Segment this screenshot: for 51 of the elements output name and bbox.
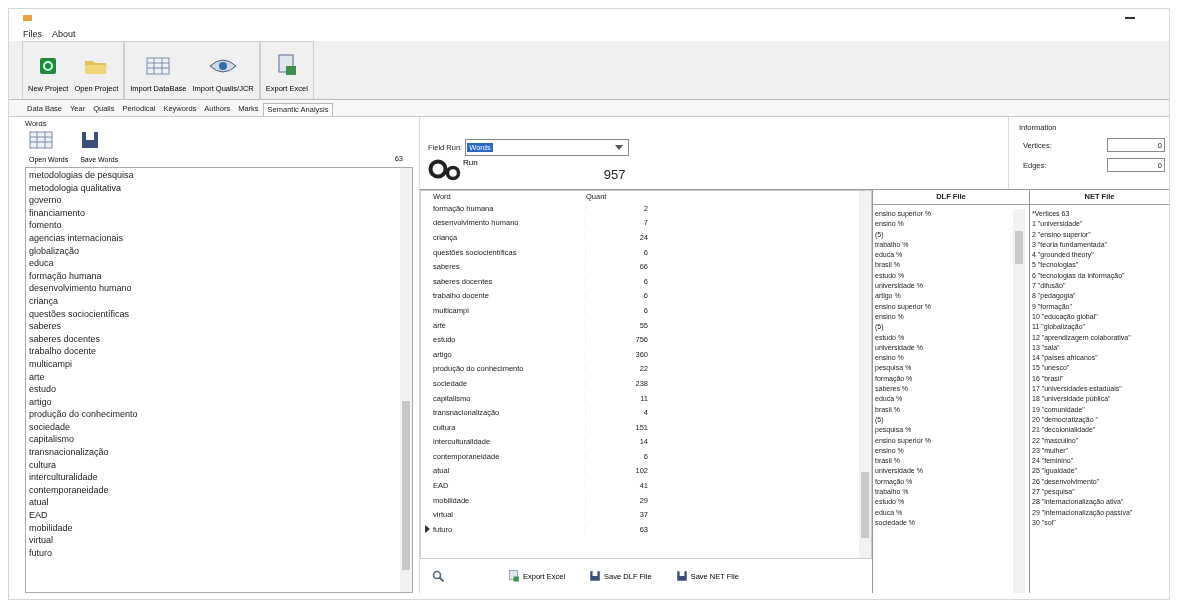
spreadsheet-icon xyxy=(508,570,520,582)
app-icon xyxy=(23,15,32,21)
list-item[interactable]: atual xyxy=(29,496,397,510)
list-item[interactable]: questões sociocientíficas xyxy=(29,307,397,321)
minimize-button[interactable] xyxy=(1125,17,1135,19)
floppy-icon xyxy=(675,570,688,582)
menu-item[interactable]: About xyxy=(52,29,76,39)
list-item[interactable]: capitalismo xyxy=(29,433,397,447)
list-item[interactable]: agencias internacionais xyxy=(29,231,397,245)
menu-item[interactable]: Files xyxy=(23,29,42,39)
list-item[interactable]: sociedade xyxy=(29,420,397,434)
total-count: 957 xyxy=(603,167,626,182)
list-item[interactable]: estudo xyxy=(29,383,397,396)
list-item[interactable]: financiamento xyxy=(29,206,397,220)
list-item[interactable]: desenvolvimento humano xyxy=(29,282,397,295)
eye-icon xyxy=(209,56,238,76)
scrollbar[interactable] xyxy=(859,191,871,558)
list-item[interactable]: formação humana xyxy=(29,269,397,283)
list-item[interactable]: mobilidade xyxy=(29,521,397,535)
list-item[interactable]: transnacionalização xyxy=(29,446,397,459)
list-item[interactable]: saberes docentes xyxy=(29,332,397,346)
list-item[interactable]: multicampi xyxy=(29,357,397,371)
table-icon xyxy=(146,56,171,76)
table-icon xyxy=(29,130,53,150)
list-item[interactable]: fomento xyxy=(29,219,397,232)
scrollbar[interactable] xyxy=(400,168,412,592)
list-item[interactable]: criança xyxy=(29,294,397,308)
list-item[interactable]: educa xyxy=(29,257,397,270)
run-button[interactable]: Run xyxy=(428,156,478,186)
list-item[interactable]: virtual xyxy=(29,534,397,547)
list-item[interactable]: metodologia qualitativa xyxy=(29,181,397,195)
list-item[interactable]: EAD xyxy=(29,509,397,522)
list-item[interactable]: arte xyxy=(29,370,397,384)
list-item[interactable]: cultura xyxy=(29,458,397,472)
list-item[interactable]: produção do conhecimento xyxy=(29,408,397,421)
caret-icon xyxy=(615,145,624,150)
list-item[interactable]: trabalho docente xyxy=(29,345,397,358)
list-item[interactable]: saberes xyxy=(29,320,397,333)
list-item[interactable]: interculturalidade xyxy=(29,471,397,484)
list-item[interactable]: artigo xyxy=(29,395,397,409)
spreadsheet-icon xyxy=(276,54,297,76)
list-item[interactable]: governo xyxy=(29,194,397,207)
floppy-icon xyxy=(589,570,602,582)
list-item[interactable]: contemporaneidade xyxy=(29,483,397,497)
list-item[interactable]: metodologias de pesquisa xyxy=(29,169,397,182)
list-item[interactable]: globalização xyxy=(29,244,397,258)
floppy-icon xyxy=(80,130,101,150)
search-icon[interactable] xyxy=(432,570,444,582)
square-icon xyxy=(38,56,59,76)
scrollbar[interactable] xyxy=(1013,209,1025,593)
list-item[interactable]: futuro xyxy=(29,546,397,560)
